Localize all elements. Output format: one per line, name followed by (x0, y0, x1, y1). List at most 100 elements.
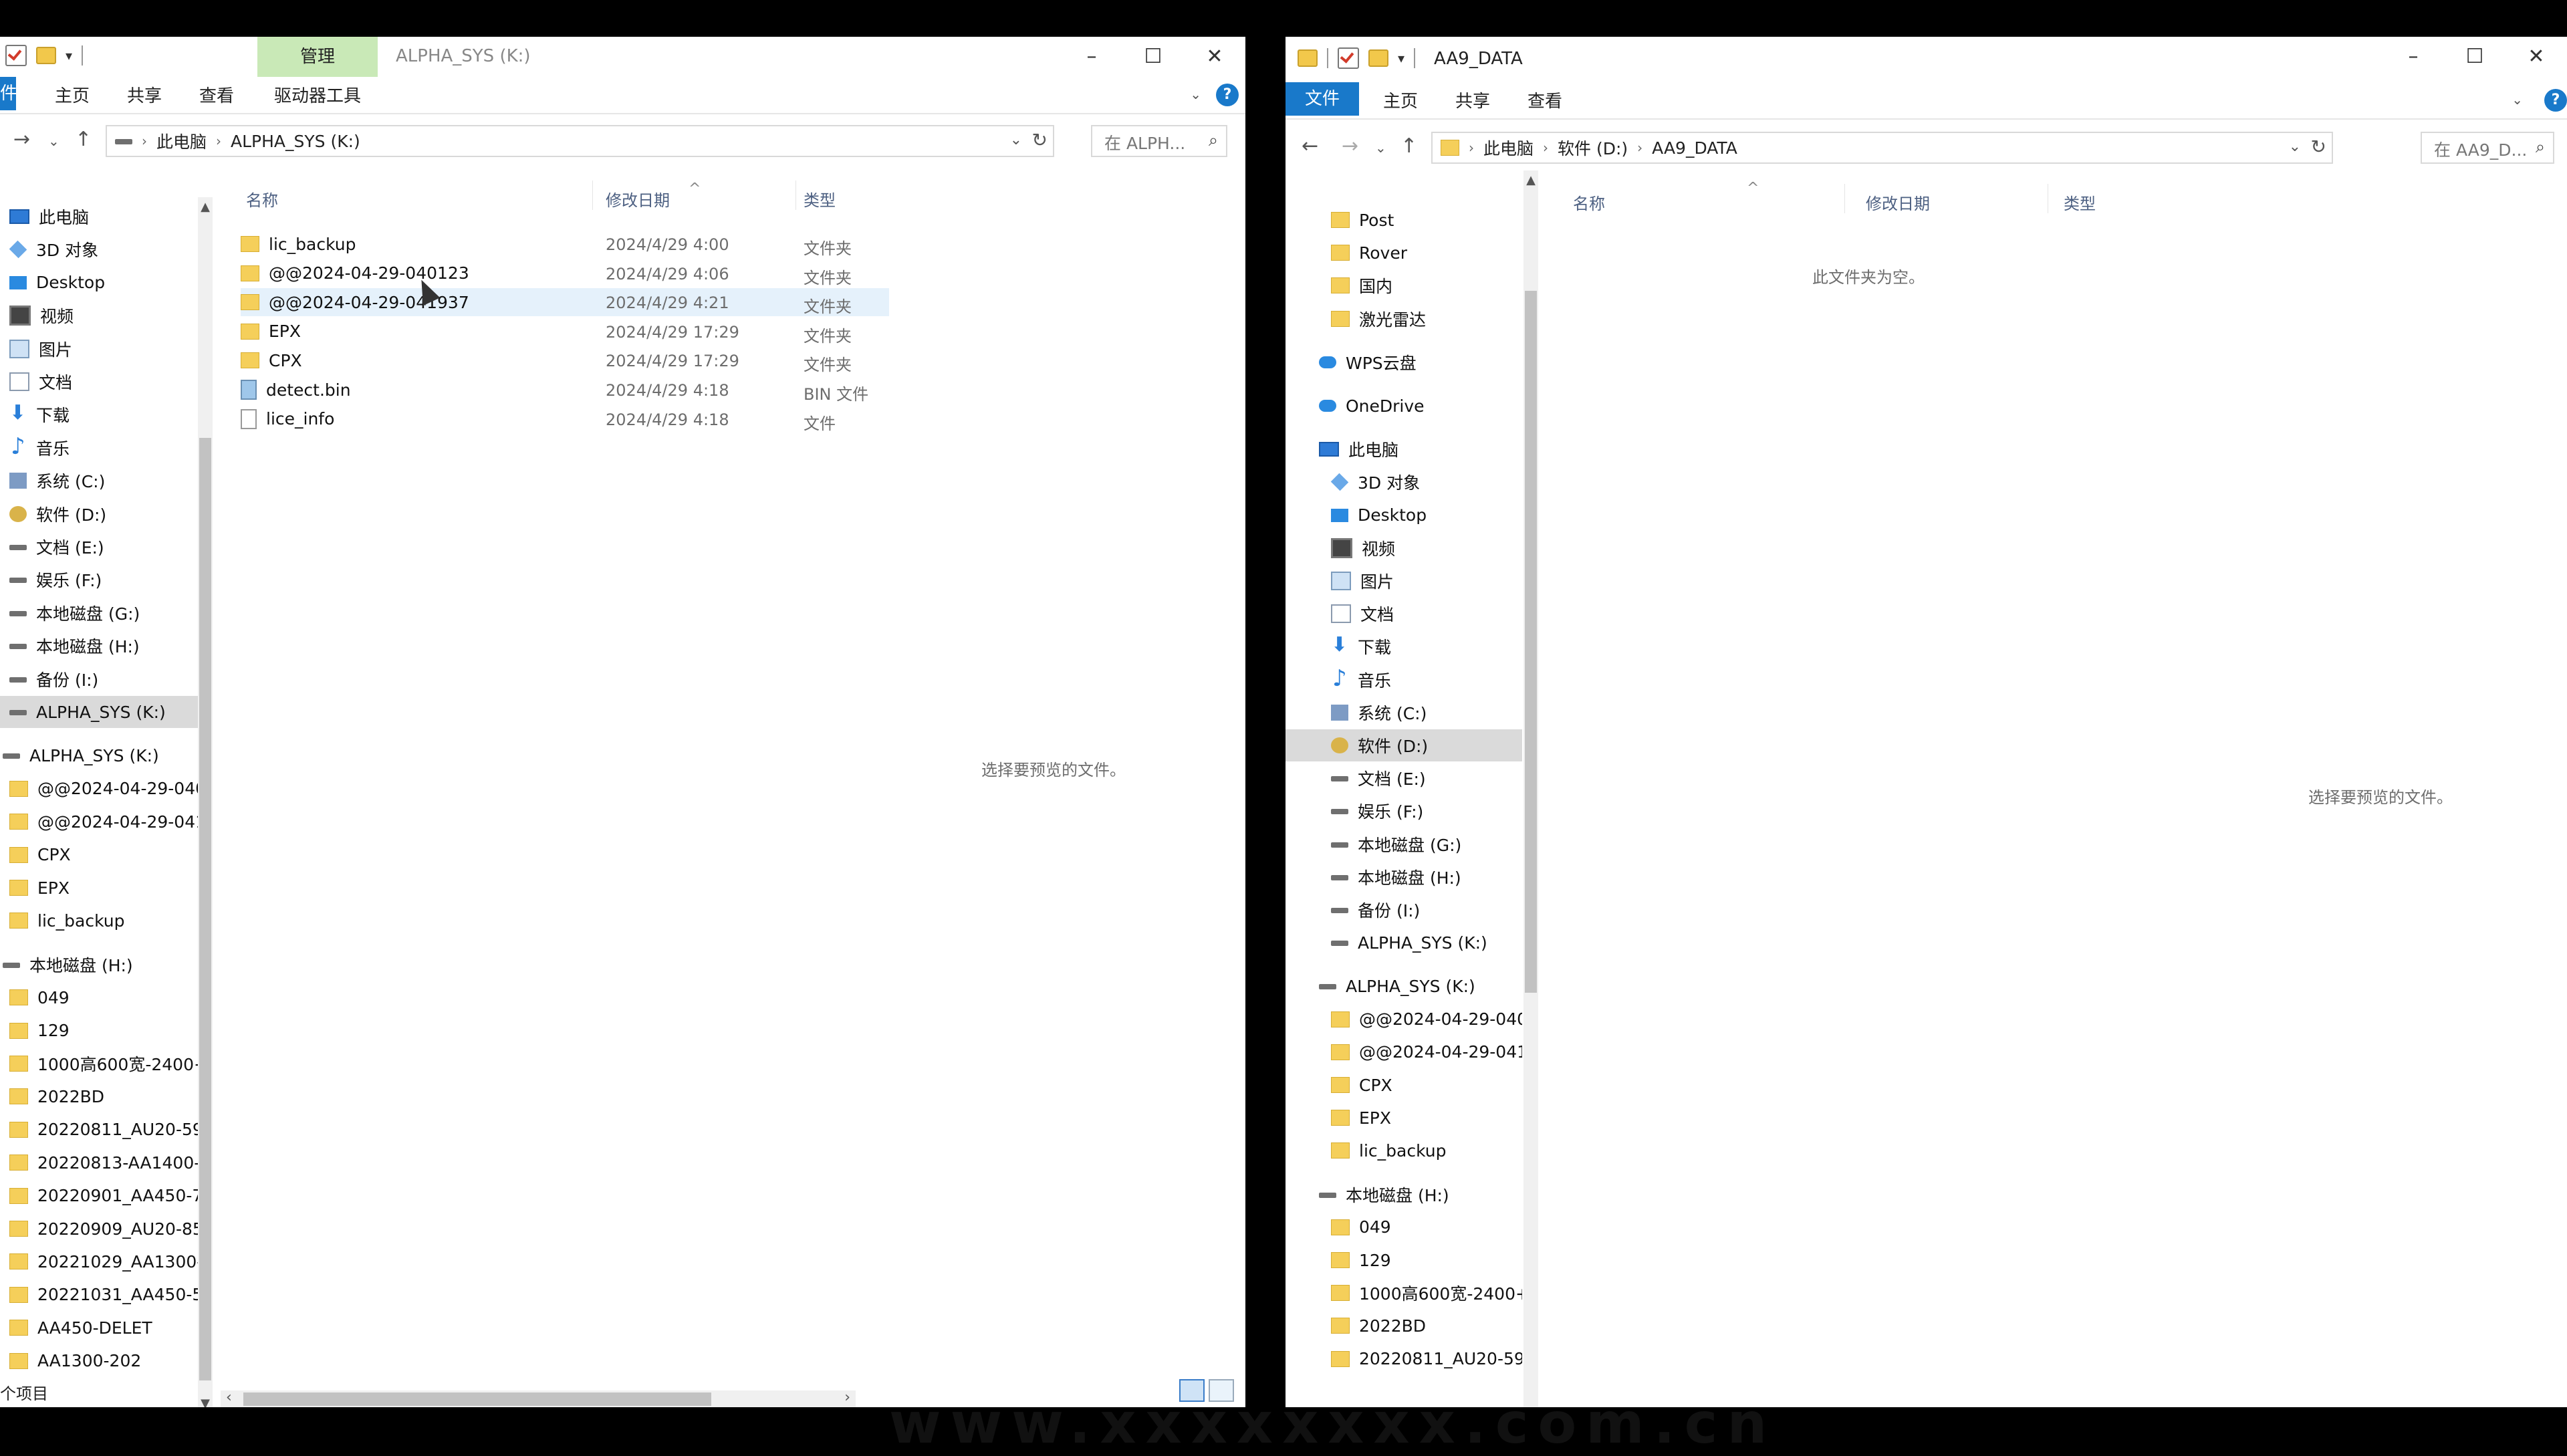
tab-view[interactable]: 查看 (1527, 88, 1562, 112)
new-folder-icon[interactable] (36, 47, 56, 64)
maximize-button[interactable]: ☐ (2444, 37, 2505, 77)
nav-item[interactable]: 图片 (0, 333, 201, 365)
address-bar[interactable]: › 此电脑 › ALPHA_SYS (K:) ⌄ ↻ (106, 125, 1054, 157)
search-box[interactable]: 在 AA9_D... ⌕ (2421, 132, 2554, 164)
nav-item[interactable]: 20221031_AA450-58 (0, 1279, 201, 1311)
tab-share[interactable]: 共享 (1455, 88, 1490, 112)
scroll-up-icon[interactable]: ▲ (198, 197, 213, 217)
file-row[interactable]: EPX 2024/4/29 17:29 文件夹 (241, 318, 889, 346)
column-divider[interactable] (592, 180, 593, 210)
file-row[interactable]: CPX 2024/4/29 17:29 文件夹 (241, 346, 889, 374)
nav-item[interactable]: 激光雷达 (1286, 303, 1522, 335)
nav-item[interactable]: 备份 (I:) (1286, 894, 1522, 926)
nav-item[interactable]: 娱乐 (F:) (1286, 795, 1522, 827)
file-row[interactable]: lic_backup 2024/4/29 4:00 文件夹 (241, 230, 889, 258)
navigation-pane-scrollbar[interactable]: ▲ ▼ (198, 197, 213, 1407)
help-icon[interactable]: ? (1216, 84, 1239, 106)
nav-item[interactable]: 1000高600宽-2400+ (1286, 1277, 1522, 1309)
nav-item[interactable]: 20220811_AU20-59- (0, 1114, 201, 1146)
ribbon-expand-icon[interactable]: ⌄ (2512, 92, 2523, 108)
file-row[interactable]: detect.bin 2024/4/29 4:18 BIN 文件 (241, 376, 889, 404)
address-dropdown-icon[interactable]: ⌄ (2289, 138, 2301, 155)
nav-item[interactable]: 20220901_AA450-70 (0, 1180, 201, 1212)
nav-item[interactable]: 3D 对象 (1286, 466, 1522, 498)
forward-icon[interactable]: → (1342, 134, 1358, 158)
help-icon[interactable]: ? (2544, 89, 2567, 112)
nav-item[interactable]: 20220811_AU20-59- (1286, 1343, 1522, 1375)
nav-item[interactable]: @@2024-04-29-041 (0, 806, 201, 838)
scroll-thumb[interactable] (1525, 291, 1537, 993)
nav-item[interactable]: 视频 (0, 299, 201, 332)
nav-item[interactable]: 文档 (1286, 598, 1522, 630)
nav-item[interactable]: AA1300-202 (0, 1345, 201, 1377)
nav-item[interactable]: @@2024-04-29-040 (0, 773, 201, 805)
breadcrumb-this-pc[interactable]: 此电脑 (1483, 136, 1534, 160)
horizontal-scrollbar[interactable]: ‹ › (221, 1389, 856, 1407)
refresh-icon[interactable]: ↻ (1032, 129, 1048, 151)
nav-item[interactable]: Desktop (1286, 499, 1522, 531)
nav-item[interactable]: 下载 (0, 398, 201, 431)
nav-item[interactable]: 视频 (1286, 532, 1522, 564)
navigation-pane-scrollbar[interactable]: ▲ (1523, 170, 1538, 1407)
address-bar[interactable]: › 此电脑 › 软件 (D:) › AA9_DATA ⌄ ↻ (1431, 132, 2333, 164)
nav-item[interactable]: 20220909_AU20-85- (0, 1213, 201, 1245)
nav-item[interactable]: 本地磁盘 (G:) (0, 597, 201, 629)
nav-item[interactable]: OneDrive (1286, 390, 1522, 422)
nav-item[interactable]: 文档 (0, 366, 201, 398)
nav-item[interactable]: 20221029_AA1300-1 (0, 1245, 201, 1278)
nav-item[interactable]: Rover (1286, 237, 1522, 269)
nav-item[interactable]: AA450-DELET (0, 1312, 201, 1344)
nav-item[interactable]: 备份 (I:) (0, 663, 201, 695)
breadcrumb-drive[interactable]: 软件 (D:) (1558, 136, 1628, 160)
breadcrumb-folder[interactable]: AA9_DATA (1652, 138, 1737, 158)
back-icon[interactable]: ← (1302, 134, 1318, 158)
properties-icon[interactable] (1338, 47, 1359, 69)
scroll-down-icon[interactable]: ▼ (198, 1394, 213, 1407)
context-tab-manage[interactable]: 管理 (257, 37, 378, 77)
breadcrumb-this-pc[interactable]: 此电脑 (156, 129, 207, 153)
nav-item[interactable]: WPS云盘 (1286, 346, 1522, 378)
tab-home[interactable]: 主页 (1383, 88, 1418, 112)
recent-locations-icon[interactable]: ⌄ (1375, 140, 1386, 156)
nav-item[interactable]: 129 (1286, 1244, 1522, 1276)
nav-item[interactable]: CPX (1286, 1069, 1522, 1101)
nav-item[interactable]: 音乐 (1286, 664, 1522, 696)
nav-item[interactable]: 系统 (C:) (0, 465, 201, 497)
nav-item[interactable]: 系统 (C:) (1286, 697, 1522, 729)
column-header-date[interactable]: 修改日期 (606, 187, 670, 211)
up-icon[interactable]: ↑ (75, 128, 92, 151)
tab-view[interactable]: 查看 (199, 82, 234, 107)
nav-item[interactable]: 20220813-AA1400-7 (1286, 1376, 1522, 1380)
close-button[interactable]: ✕ (2505, 37, 2567, 77)
nav-item[interactable]: 软件 (D:) (0, 498, 201, 530)
nav-item[interactable]: @@2024-04-29-040 (1286, 1003, 1522, 1036)
nav-item[interactable]: EPX (1286, 1102, 1522, 1134)
up-icon[interactable]: ↑ (1400, 134, 1417, 158)
recent-locations-icon[interactable]: ⌄ (48, 133, 59, 149)
search-box[interactable]: 在 ALPH... ⌕ (1091, 125, 1227, 157)
nav-item[interactable]: CPX (0, 839, 201, 871)
nav-item[interactable]: 软件 (D:) (1286, 729, 1522, 761)
nav-item[interactable]: 本地磁盘 (H:) (0, 949, 199, 981)
scroll-left-icon[interactable]: ‹ (226, 1389, 232, 1406)
tab-home[interactable]: 主页 (55, 82, 90, 107)
nav-item[interactable]: ALPHA_SYS (K:) (0, 739, 199, 771)
file-row[interactable]: lice_info 2024/4/29 4:18 文件 (241, 405, 889, 433)
nav-item[interactable]: 本地磁盘 (H:) (0, 630, 201, 662)
nav-item[interactable]: EPX (0, 872, 201, 904)
nav-item[interactable]: 本地磁盘 (H:) (1286, 861, 1522, 893)
breadcrumb-drive[interactable]: ALPHA_SYS (K:) (231, 132, 360, 151)
nav-item[interactable]: 音乐 (0, 432, 201, 464)
scroll-up-icon[interactable]: ▲ (1523, 170, 1538, 191)
scroll-thumb[interactable] (243, 1392, 711, 1406)
nav-item[interactable]: 此电脑 (1286, 433, 1522, 465)
ribbon-expand-icon[interactable]: ⌄ (1190, 86, 1201, 102)
column-header-date[interactable]: 修改日期 (1866, 191, 1930, 214)
nav-item[interactable]: 1000高600宽-2400+ (0, 1048, 201, 1080)
column-divider[interactable] (1844, 184, 1845, 213)
new-folder-icon[interactable] (1368, 49, 1388, 67)
customize-dropdown-icon[interactable]: ▾ (1398, 50, 1404, 66)
nav-item[interactable]: 20220813-AA1400-7 (0, 1146, 201, 1179)
nav-item[interactable]: 049 (0, 981, 201, 1013)
scroll-thumb[interactable] (199, 438, 211, 1380)
